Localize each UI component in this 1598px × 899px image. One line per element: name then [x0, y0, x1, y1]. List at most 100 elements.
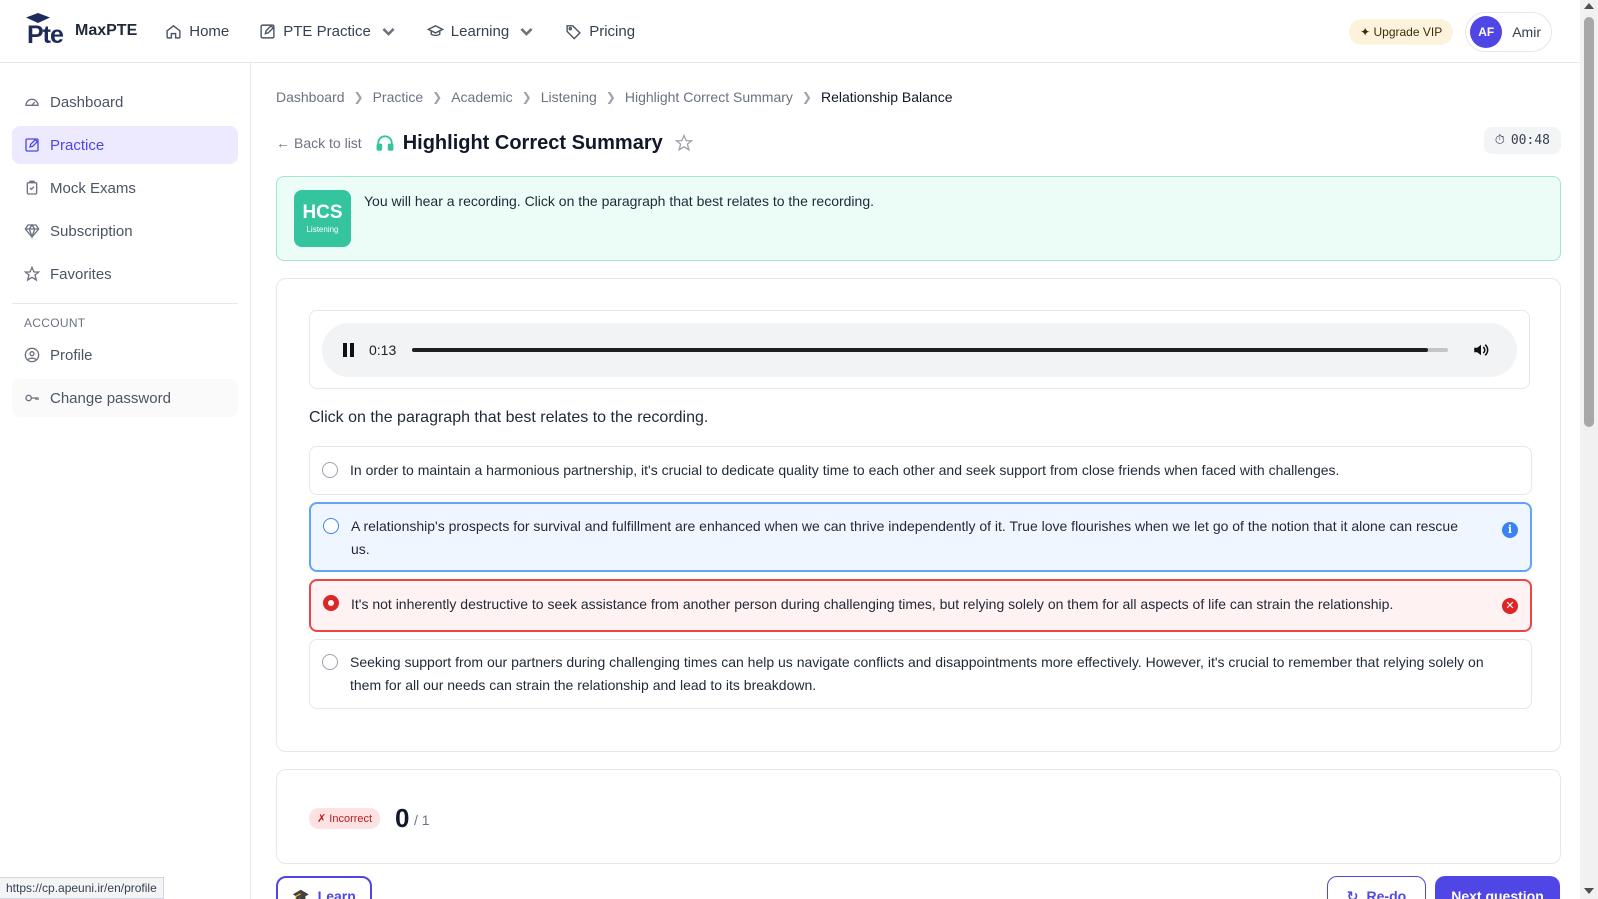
- volume-icon[interactable]: [1472, 341, 1490, 359]
- chevron-down-icon: [520, 27, 533, 36]
- user-name: Amir: [1512, 24, 1541, 40]
- page-title: Highlight Correct Summary: [402, 131, 663, 154]
- radio-button[interactable]: [322, 462, 338, 478]
- score-max: / 1: [414, 812, 430, 828]
- graduation-cap-icon: 🎓: [292, 887, 310, 899]
- next-label: Next question: [1451, 888, 1544, 899]
- badge-sub: Listening: [306, 225, 339, 234]
- answer-option-3[interactable]: It's not inherently destructive to seek …: [309, 579, 1532, 632]
- sidebar-item-label: Subscription: [50, 222, 133, 240]
- home-icon: [166, 24, 181, 39]
- sidebar-item-label: Favorites: [50, 265, 112, 283]
- scrollbar[interactable]: [1580, 0, 1598, 899]
- audio-player: 0:13: [322, 323, 1517, 377]
- pause-icon[interactable]: [343, 343, 355, 357]
- sidebar-item-profile[interactable]: Profile: [12, 336, 238, 374]
- breadcrumb-practice[interactable]: Practice: [373, 89, 424, 105]
- redo-label: Re-do: [1366, 888, 1407, 899]
- option-text: In order to maintain a harmonious partne…: [350, 462, 1340, 478]
- breadcrumb-listening[interactable]: Listening: [541, 89, 597, 105]
- main-nav: Home PTE Practice Learning Pricing: [165, 15, 665, 47]
- brand[interactable]: Pte MaxPTE: [24, 13, 137, 49]
- chevron-right-icon: ❯: [521, 90, 532, 104]
- radio-button[interactable]: [322, 654, 338, 670]
- scroll-down-icon[interactable]: [1584, 888, 1594, 894]
- brand-name: MaxPTE: [75, 22, 138, 39]
- sidebar-item-mock-exams[interactable]: Mock Exams: [12, 169, 238, 207]
- upgrade-vip-button[interactable]: ✦ Upgrade VIP: [1349, 19, 1454, 45]
- nav-pte-practice[interactable]: PTE Practice: [259, 15, 397, 47]
- sidebar-section-label: ACCOUNT: [24, 316, 86, 330]
- audio-progress: [412, 348, 1428, 352]
- user-menu[interactable]: AF Amir: [1465, 12, 1552, 52]
- breadcrumb: Dashboard ❯ Practice ❯ Academic ❯ Listening…: [276, 88, 1561, 106]
- redo-button[interactable]: ↻ Re-do: [1327, 876, 1426, 899]
- task-type-badge: HCS Listening: [294, 190, 351, 247]
- badge-code: HCS: [302, 202, 343, 223]
- sidebar-item-label: Profile: [50, 346, 93, 364]
- learn-button[interactable]: 🎓 Learn: [276, 876, 372, 899]
- chevron-right-icon: ❯: [353, 90, 364, 104]
- result-card: ✗ Incorrect 0 / 1: [276, 769, 1561, 864]
- avatar: AF: [1470, 16, 1503, 48]
- timer: ⏱ 00:48: [1483, 127, 1561, 154]
- radio-button[interactable]: [323, 595, 339, 611]
- audio-player-container: 0:13: [309, 310, 1530, 389]
- sidebar-item-practice[interactable]: Practice: [12, 126, 238, 164]
- instruction-text: You will hear a recording. Click on the …: [364, 193, 875, 209]
- main-content: Dashboard ❯ Practice ❯ Academic ❯ Listening…: [276, 63, 1561, 864]
- instruction-banner: HCS Listening You will hear a recording.…: [276, 176, 1561, 261]
- nav-pricing[interactable]: Pricing: [565, 15, 635, 47]
- option-text: Seeking support from our partners during…: [350, 654, 1484, 693]
- sidebar-item-label: Change password: [50, 389, 171, 407]
- nav-home[interactable]: Home: [165, 15, 229, 47]
- chevron-right-icon: ❯: [605, 90, 616, 104]
- nav-home-label: Home: [189, 22, 230, 40]
- sidebar-item-label: Mock Exams: [50, 179, 136, 197]
- breadcrumb-dashboard[interactable]: Dashboard: [276, 89, 345, 105]
- arrow-left-icon: ←: [276, 135, 290, 151]
- nav-learning-label: Learning: [450, 22, 510, 40]
- answer-option-1[interactable]: In order to maintain a harmonious partne…: [309, 446, 1532, 495]
- breadcrumb-academic[interactable]: Academic: [451, 89, 512, 105]
- sidebar-item-label: Practice: [50, 136, 105, 154]
- question-text: Click on the paragraph that best relates…: [309, 409, 709, 426]
- score-value: 0: [395, 803, 410, 833]
- favorite-star-icon[interactable]: [674, 134, 693, 152]
- sidebar-item-subscription[interactable]: Subscription: [12, 212, 238, 250]
- tag-icon: [566, 24, 582, 40]
- refresh-icon: ↻: [1346, 887, 1359, 899]
- back-to-list-link[interactable]: ← Back to list: [276, 135, 362, 151]
- graduation-cap-icon: [426, 24, 444, 36]
- user-circle-icon: [24, 347, 40, 363]
- sidebar: Dashboard Practice Mock Exams Subscripti…: [0, 63, 251, 899]
- sidebar-item-change-password[interactable]: Change password: [12, 379, 238, 417]
- star-icon: [24, 266, 40, 282]
- status-badge: ✗ Incorrect: [309, 808, 381, 829]
- nav-learning[interactable]: Learning: [426, 15, 535, 47]
- scroll-up-icon[interactable]: [1584, 3, 1594, 9]
- logo-icon: Pte: [24, 13, 68, 49]
- info-icon[interactable]: i: [1502, 522, 1518, 538]
- title-row: ← Back to list Highlight Correct Summary…: [276, 127, 1561, 157]
- answer-option-2[interactable]: A relationship's prospects for survival …: [309, 502, 1532, 572]
- learn-label: Learn: [317, 888, 356, 899]
- key-icon: [25, 394, 39, 402]
- chevron-right-icon: ❯: [432, 90, 443, 104]
- timer-value: 00:48: [1510, 133, 1550, 148]
- clipboard-icon: [26, 180, 38, 195]
- sidebar-item-favorites[interactable]: Favorites: [12, 255, 238, 293]
- back-label: Back to list: [294, 135, 362, 151]
- answer-option-4[interactable]: Seeking support from our partners during…: [309, 639, 1532, 709]
- breadcrumb-hcs[interactable]: Highlight Correct Summary: [625, 89, 793, 105]
- breadcrumb-current: Relationship Balance: [820, 89, 953, 105]
- next-question-button[interactable]: Next question: [1435, 876, 1560, 899]
- radio-button[interactable]: [323, 518, 339, 534]
- audio-time: 0:13: [369, 342, 397, 358]
- chevron-right-icon: ❯: [801, 90, 812, 104]
- edit-icon: [25, 138, 39, 152]
- scrollbar-thumb[interactable]: [1584, 17, 1594, 427]
- audio-seek-bar[interactable]: [412, 348, 1449, 352]
- sidebar-item-dashboard[interactable]: Dashboard: [12, 83, 238, 121]
- option-text: It's not inherently destructive to seek …: [351, 596, 1394, 612]
